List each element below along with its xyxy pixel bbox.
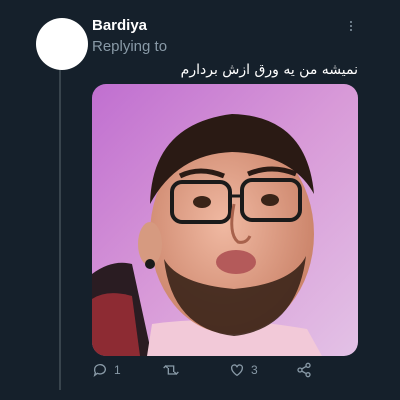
retweet-icon [163,365,179,375]
replying-to-label: Replying to [92,38,168,55]
retweet-button[interactable] [162,362,186,378]
like-count: 3 [251,363,258,377]
more-vertical-icon[interactable] [344,16,358,36]
reply-icon [93,364,106,377]
tweet-text: نمیشه من یه ورق ازش بردارم [180,62,358,78]
reply-button[interactable]: 1 [92,362,121,378]
tweet-media[interactable] [92,84,358,356]
share-icon [297,362,311,378]
media-photo [92,84,358,356]
heart-icon [231,364,243,377]
share-button[interactable] [296,362,318,378]
author-name[interactable]: Bardiya [92,17,147,34]
reply-count: 1 [114,363,121,377]
thread-line [59,68,61,390]
tweet-actions: 1 3 [92,360,358,384]
avatar[interactable] [36,18,88,70]
like-button[interactable]: 3 [229,362,258,378]
